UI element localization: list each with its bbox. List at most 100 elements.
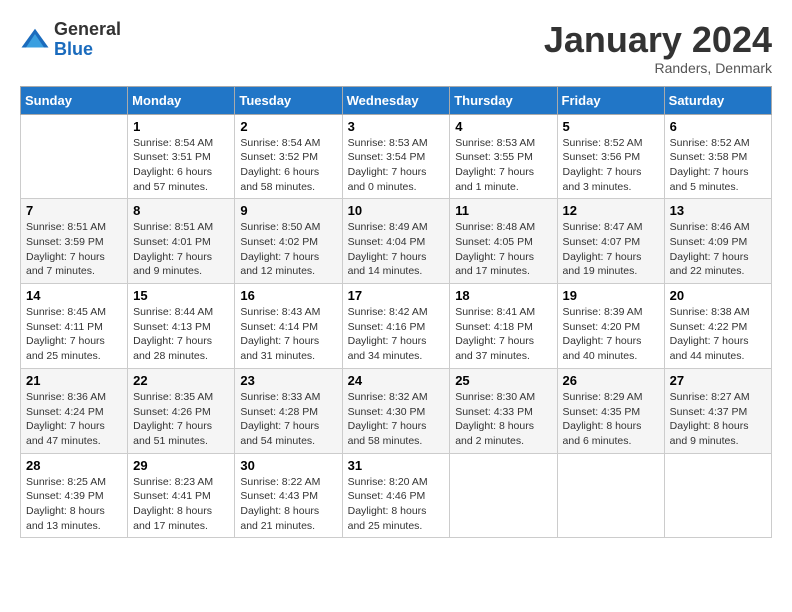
day-cell: 2 Sunrise: 8:54 AM Sunset: 3:52 PM Daylig…: [235, 114, 342, 199]
column-header-monday: Monday: [128, 86, 235, 114]
column-header-thursday: Thursday: [450, 86, 557, 114]
day-number: 27: [670, 373, 766, 388]
day-info: Sunrise: 8:38 AM Sunset: 4:22 PM Dayligh…: [670, 305, 766, 364]
column-header-wednesday: Wednesday: [342, 86, 450, 114]
day-number: 29: [133, 458, 229, 473]
day-number: 3: [348, 119, 445, 134]
day-number: 14: [26, 288, 122, 303]
day-info: Sunrise: 8:35 AM Sunset: 4:26 PM Dayligh…: [133, 390, 229, 449]
day-cell: 10 Sunrise: 8:49 AM Sunset: 4:04 PM Dayli…: [342, 199, 450, 284]
day-cell: 18 Sunrise: 8:41 AM Sunset: 4:18 PM Dayli…: [450, 284, 557, 369]
day-cell: [557, 453, 664, 538]
day-number: 12: [563, 203, 659, 218]
day-cell: 11Sunrise: 8:48 AM Sunset: 4:05 PM Dayli…: [450, 199, 557, 284]
day-cell: 28Sunrise: 8:25 AM Sunset: 4:39 PM Dayli…: [21, 453, 128, 538]
day-cell: 22 Sunrise: 8:35 AM Sunset: 4:26 PM Dayli…: [128, 368, 235, 453]
day-number: 4: [455, 119, 551, 134]
day-cell: 3 Sunrise: 8:53 AM Sunset: 3:54 PM Daylig…: [342, 114, 450, 199]
day-info: Sunrise: 8:22 AM Sunset: 4:43 PM Dayligh…: [240, 475, 336, 534]
week-row-3: 14 Sunrise: 8:45 AM Sunset: 4:11 PM Dayli…: [21, 284, 772, 369]
day-info: Sunrise: 8:49 AM Sunset: 4:04 PM Dayligh…: [348, 220, 445, 279]
day-cell: [664, 453, 771, 538]
column-header-sunday: Sunday: [21, 86, 128, 114]
day-info: Sunrise: 8:52 AM Sunset: 3:58 PM Dayligh…: [670, 136, 766, 195]
day-cell: 20 Sunrise: 8:38 AM Sunset: 4:22 PM Dayli…: [664, 284, 771, 369]
day-cell: 5 Sunrise: 8:52 AM Sunset: 3:56 PM Daylig…: [557, 114, 664, 199]
logo-icon: [20, 25, 50, 55]
day-number: 23: [240, 373, 336, 388]
month-title: January 2024: [544, 20, 772, 60]
day-cell: 23 Sunrise: 8:33 AM Sunset: 4:28 PM Dayli…: [235, 368, 342, 453]
day-number: 22: [133, 373, 229, 388]
day-number: 25: [455, 373, 551, 388]
day-info: Sunrise: 8:53 AM Sunset: 3:55 PM Dayligh…: [455, 136, 551, 195]
day-cell: 19 Sunrise: 8:39 AM Sunset: 4:20 PM Dayli…: [557, 284, 664, 369]
day-info: Sunrise: 8:52 AM Sunset: 3:56 PM Dayligh…: [563, 136, 659, 195]
logo: General Blue: [20, 20, 121, 60]
day-cell: 12 Sunrise: 8:47 AM Sunset: 4:07 PM Dayli…: [557, 199, 664, 284]
day-cell: [21, 114, 128, 199]
day-info: Sunrise: 8:27 AM Sunset: 4:37 PM Dayligh…: [670, 390, 766, 449]
day-cell: 13 Sunrise: 8:46 AM Sunset: 4:09 PM Dayli…: [664, 199, 771, 284]
day-number: 7: [26, 203, 122, 218]
calendar-header-row: SundayMondayTuesdayWednesdayThursdayFrid…: [21, 86, 772, 114]
day-info: Sunrise: 8:54 AM Sunset: 3:52 PM Dayligh…: [240, 136, 336, 195]
day-info: Sunrise: 8:39 AM Sunset: 4:20 PM Dayligh…: [563, 305, 659, 364]
day-number: 9: [240, 203, 336, 218]
day-number: 2: [240, 119, 336, 134]
day-number: 5: [563, 119, 659, 134]
day-number: 20: [670, 288, 766, 303]
day-info: Sunrise: 8:50 AM Sunset: 4:02 PM Dayligh…: [240, 220, 336, 279]
week-row-5: 28Sunrise: 8:25 AM Sunset: 4:39 PM Dayli…: [21, 453, 772, 538]
title-block: January 2024 Randers, Denmark: [544, 20, 772, 76]
day-number: 16: [240, 288, 336, 303]
day-info: Sunrise: 8:54 AM Sunset: 3:51 PM Dayligh…: [133, 136, 229, 195]
day-number: 10: [348, 203, 445, 218]
day-info: Sunrise: 8:42 AM Sunset: 4:16 PM Dayligh…: [348, 305, 445, 364]
day-cell: 16 Sunrise: 8:43 AM Sunset: 4:14 PM Dayli…: [235, 284, 342, 369]
day-cell: 26Sunrise: 8:29 AM Sunset: 4:35 PM Dayli…: [557, 368, 664, 453]
day-info: Sunrise: 8:33 AM Sunset: 4:28 PM Dayligh…: [240, 390, 336, 449]
logo-general-text: General: [54, 20, 121, 40]
day-info: Sunrise: 8:41 AM Sunset: 4:18 PM Dayligh…: [455, 305, 551, 364]
day-number: 28: [26, 458, 122, 473]
day-number: 19: [563, 288, 659, 303]
column-header-tuesday: Tuesday: [235, 86, 342, 114]
day-number: 8: [133, 203, 229, 218]
day-cell: [450, 453, 557, 538]
day-number: 21: [26, 373, 122, 388]
day-cell: 4 Sunrise: 8:53 AM Sunset: 3:55 PM Daylig…: [450, 114, 557, 199]
day-cell: 29 Sunrise: 8:23 AM Sunset: 4:41 PM Dayli…: [128, 453, 235, 538]
day-cell: 14 Sunrise: 8:45 AM Sunset: 4:11 PM Dayli…: [21, 284, 128, 369]
day-cell: 1Sunrise: 8:54 AM Sunset: 3:51 PM Daylig…: [128, 114, 235, 199]
day-cell: 7Sunrise: 8:51 AM Sunset: 3:59 PM Daylig…: [21, 199, 128, 284]
day-info: Sunrise: 8:46 AM Sunset: 4:09 PM Dayligh…: [670, 220, 766, 279]
day-number: 26: [563, 373, 659, 388]
calendar-table: SundayMondayTuesdayWednesdayThursdayFrid…: [20, 86, 772, 539]
day-number: 15: [133, 288, 229, 303]
day-cell: 24Sunrise: 8:32 AM Sunset: 4:30 PM Dayli…: [342, 368, 450, 453]
day-info: Sunrise: 8:43 AM Sunset: 4:14 PM Dayligh…: [240, 305, 336, 364]
logo-blue-text: Blue: [54, 40, 121, 60]
week-row-1: 1Sunrise: 8:54 AM Sunset: 3:51 PM Daylig…: [21, 114, 772, 199]
day-number: 18: [455, 288, 551, 303]
day-cell: 15Sunrise: 8:44 AM Sunset: 4:13 PM Dayli…: [128, 284, 235, 369]
week-row-2: 7Sunrise: 8:51 AM Sunset: 3:59 PM Daylig…: [21, 199, 772, 284]
day-cell: 27 Sunrise: 8:27 AM Sunset: 4:37 PM Dayli…: [664, 368, 771, 453]
day-cell: 30 Sunrise: 8:22 AM Sunset: 4:43 PM Dayli…: [235, 453, 342, 538]
day-cell: 8Sunrise: 8:51 AM Sunset: 4:01 PM Daylig…: [128, 199, 235, 284]
day-info: Sunrise: 8:47 AM Sunset: 4:07 PM Dayligh…: [563, 220, 659, 279]
column-header-saturday: Saturday: [664, 86, 771, 114]
day-cell: 31Sunrise: 8:20 AM Sunset: 4:46 PM Dayli…: [342, 453, 450, 538]
day-info: Sunrise: 8:48 AM Sunset: 4:05 PM Dayligh…: [455, 220, 551, 279]
day-info: Sunrise: 8:23 AM Sunset: 4:41 PM Dayligh…: [133, 475, 229, 534]
day-info: Sunrise: 8:53 AM Sunset: 3:54 PM Dayligh…: [348, 136, 445, 195]
day-cell: 25 Sunrise: 8:30 AM Sunset: 4:33 PM Dayli…: [450, 368, 557, 453]
day-info: Sunrise: 8:45 AM Sunset: 4:11 PM Dayligh…: [26, 305, 122, 364]
day-info: Sunrise: 8:30 AM Sunset: 4:33 PM Dayligh…: [455, 390, 551, 449]
day-cell: 21Sunrise: 8:36 AM Sunset: 4:24 PM Dayli…: [21, 368, 128, 453]
day-number: 13: [670, 203, 766, 218]
day-number: 6: [670, 119, 766, 134]
week-row-4: 21Sunrise: 8:36 AM Sunset: 4:24 PM Dayli…: [21, 368, 772, 453]
day-number: 30: [240, 458, 336, 473]
